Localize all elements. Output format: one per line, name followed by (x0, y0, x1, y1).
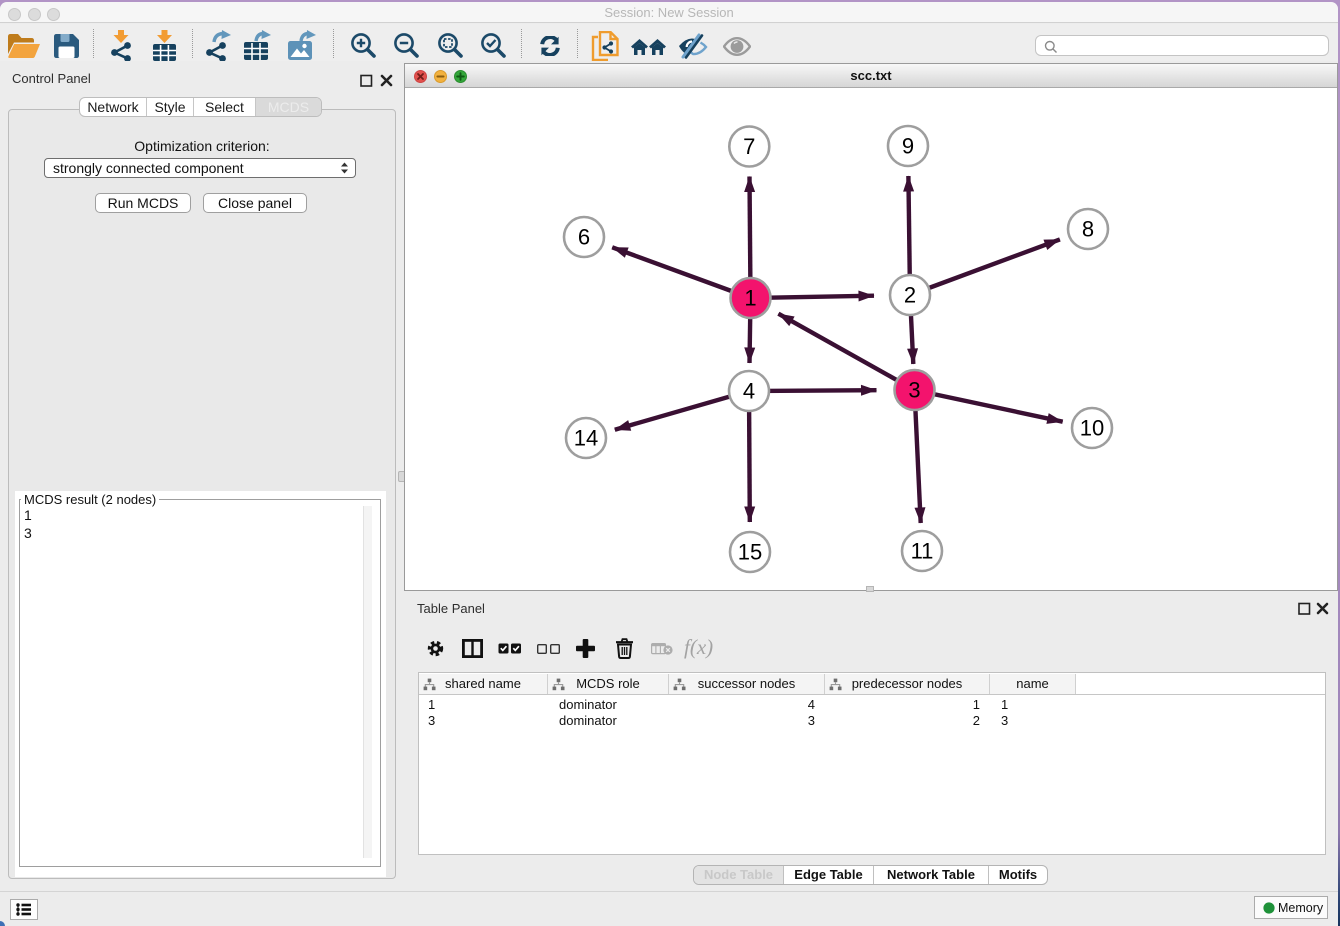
svg-text:8: 8 (1082, 217, 1094, 242)
svg-text:9: 9 (902, 134, 914, 159)
svg-text:1: 1 (744, 286, 756, 311)
svg-text:14: 14 (574, 426, 598, 451)
svg-text:15: 15 (738, 540, 762, 565)
svg-text:10: 10 (1080, 416, 1104, 441)
svg-text:7: 7 (743, 134, 755, 159)
svg-text:6: 6 (578, 225, 590, 250)
svg-text:11: 11 (911, 539, 934, 564)
svg-text:4: 4 (743, 379, 755, 404)
svg-text:3: 3 (908, 378, 920, 403)
svg-text:2: 2 (904, 283, 916, 308)
